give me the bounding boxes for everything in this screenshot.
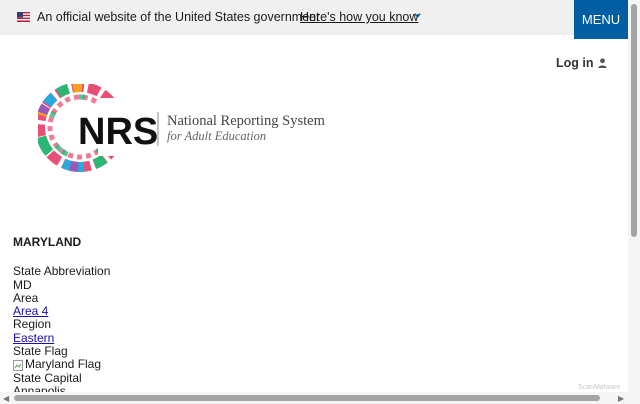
area-label: Area [13, 290, 39, 305]
user-icon [597, 58, 607, 68]
flag-label: State Flag [13, 344, 68, 359]
login-link[interactable]: Log in [556, 56, 607, 70]
login-label: Log in [556, 56, 594, 70]
logo-line-2: for Adult Education [167, 129, 267, 143]
region-label: Region [13, 317, 52, 332]
gov-banner: An official website of the United States… [0, 0, 628, 35]
abbreviation-value: MD [13, 277, 32, 292]
banner-text: An official website of the United States… [37, 10, 320, 24]
vertical-scroll-thumb[interactable] [631, 4, 637, 237]
capital-label: State Capital [13, 370, 82, 385]
state-flag-image: Maryland Flag [13, 358, 110, 371]
horizontal-scroll-thumb[interactable] [14, 395, 600, 401]
menu-button[interactable]: MENU [574, 0, 628, 39]
scroll-left-arrow-icon[interactable]: ◀ [3, 394, 9, 403]
state-details: MARYLAND State Abbreviation MD Area Area… [13, 235, 111, 398]
logo-mark: NRS [78, 111, 158, 153]
scroll-right-arrow-icon[interactable]: ▶ [618, 394, 624, 403]
region-link[interactable]: Eastern [13, 331, 110, 345]
logo-line-1: National Reporting System [167, 113, 325, 129]
us-flag-icon [17, 12, 30, 22]
area-link[interactable]: Area 4 [13, 304, 110, 318]
broken-image-icon [13, 359, 23, 371]
heres-how-you-know-link[interactable]: Here's how you know [300, 10, 418, 24]
state-name: MARYLAND [13, 235, 82, 249]
scanmalware-watermark: ScanMalware [578, 384, 621, 391]
flag-alt-text: Maryland Flag [25, 357, 102, 372]
abbreviation-label: State Abbreviation [13, 264, 111, 279]
chevron-down-icon[interactable] [413, 11, 422, 20]
